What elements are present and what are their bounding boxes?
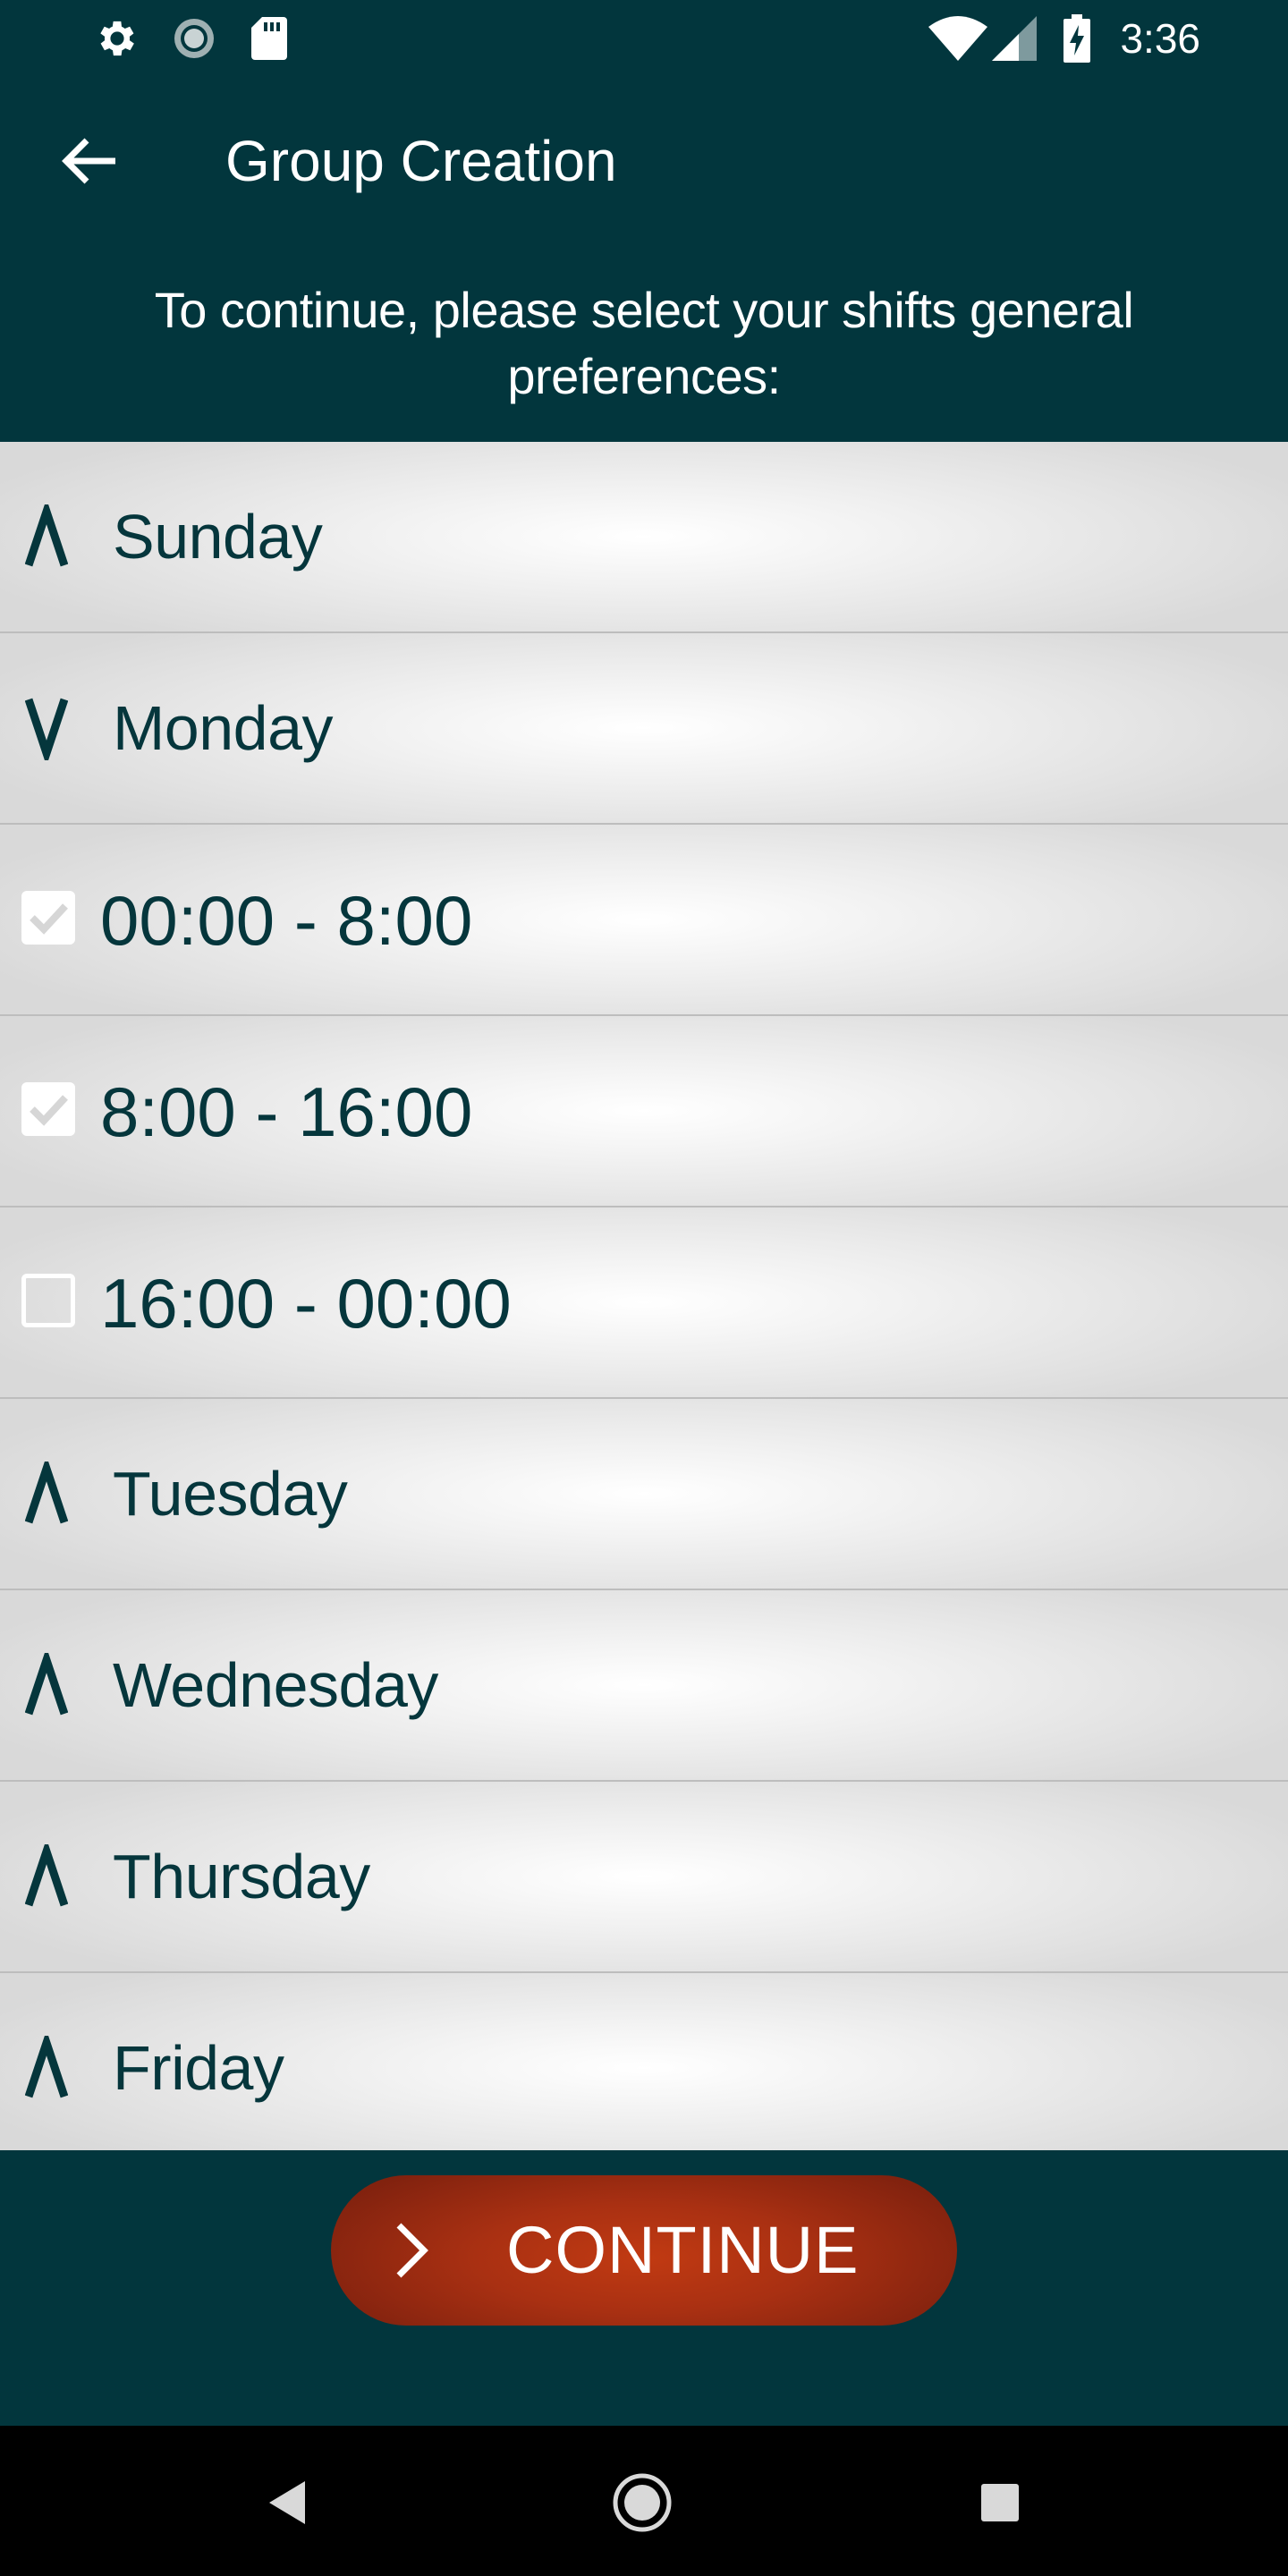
chevron-up-icon bbox=[25, 504, 68, 567]
day-label: Sunday bbox=[113, 502, 323, 572]
chevron-right-icon bbox=[396, 2223, 428, 2278]
chevron-down-icon bbox=[25, 698, 68, 760]
chevron-up-icon bbox=[25, 1653, 68, 1716]
chevron-up-icon bbox=[25, 2036, 68, 2098]
chevron-up-icon bbox=[25, 1844, 68, 1907]
day-row-monday[interactable]: Monday bbox=[0, 633, 1288, 825]
day-row-wednesday[interactable]: Wednesday bbox=[0, 1590, 1288, 1782]
shift-checkbox-unchecked[interactable] bbox=[21, 1274, 75, 1327]
recents-square-icon[interactable] bbox=[962, 2465, 1038, 2540]
clock: 3:36 bbox=[1120, 15, 1200, 62]
instruction-text: To continue, please select your shifts g… bbox=[154, 282, 1134, 404]
day-row-friday[interactable]: Friday bbox=[0, 1973, 1288, 2150]
day-row-tuesday[interactable]: Tuesday bbox=[0, 1399, 1288, 1590]
day-preferences-list: Sunday Monday 00:00 - 8:00 8:00 - 16:00 bbox=[0, 442, 1288, 2150]
shift-row[interactable]: 16:00 - 00:00 bbox=[0, 1208, 1288, 1399]
continue-label: CONTINUE bbox=[506, 2213, 860, 2287]
shift-label: 00:00 - 8:00 bbox=[100, 881, 473, 960]
shift-checkbox-checked[interactable] bbox=[21, 891, 75, 945]
chevron-up-icon bbox=[25, 1462, 68, 1524]
shift-label: 8:00 - 16:00 bbox=[100, 1072, 473, 1151]
home-circle-icon[interactable] bbox=[605, 2465, 680, 2540]
continue-button[interactable]: CONTINUE bbox=[331, 2175, 957, 2326]
check-icon bbox=[30, 903, 68, 935]
day-label: Thursday bbox=[113, 1842, 370, 1911]
back-triangle-icon[interactable] bbox=[250, 2465, 326, 2540]
screen: 3:36 Group Creation To continue, please … bbox=[0, 0, 1288, 2576]
day-row-sunday[interactable]: Sunday bbox=[0, 442, 1288, 633]
wifi-icon bbox=[927, 14, 989, 63]
system-nav-bar bbox=[0, 2426, 1288, 2576]
sd-card-icon bbox=[249, 14, 290, 63]
day-row-thursday[interactable]: Thursday bbox=[0, 1782, 1288, 1973]
day-label: Wednesday bbox=[113, 1650, 438, 1720]
shift-row[interactable]: 8:00 - 16:00 bbox=[0, 1016, 1288, 1208]
page-title: Group Creation bbox=[225, 129, 617, 193]
shift-label: 16:00 - 00:00 bbox=[100, 1264, 512, 1343]
day-label: Friday bbox=[113, 2033, 284, 2103]
shift-checkbox-checked[interactable] bbox=[21, 1082, 75, 1136]
gear-icon bbox=[93, 14, 141, 63]
day-label: Monday bbox=[113, 693, 334, 763]
sync-icon bbox=[170, 14, 218, 63]
day-label: Tuesday bbox=[113, 1459, 348, 1529]
battery-charging-icon bbox=[1061, 14, 1093, 63]
arrow-left-icon bbox=[62, 138, 115, 184]
app-bar: Group Creation bbox=[0, 77, 1288, 254]
status-bar: 3:36 bbox=[0, 0, 1288, 77]
check-icon bbox=[30, 1095, 68, 1126]
shift-row[interactable]: 00:00 - 8:00 bbox=[0, 825, 1288, 1016]
back-button[interactable] bbox=[45, 116, 134, 206]
signal-icon bbox=[991, 14, 1038, 63]
